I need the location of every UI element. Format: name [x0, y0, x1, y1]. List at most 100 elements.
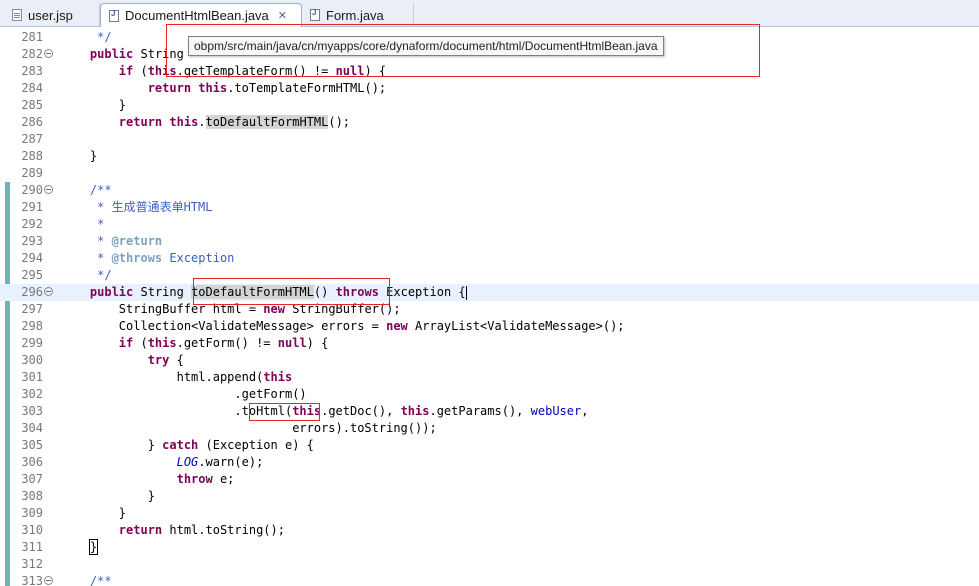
code-line[interactable]: 297 StringBuffer html = new StringBuffer… [0, 301, 979, 318]
code-line[interactable]: 295 */ [0, 267, 979, 284]
code-comment: */ [61, 30, 112, 44]
code-line[interactable]: 309 } [0, 505, 979, 522]
code-line[interactable]: 312 [0, 556, 979, 573]
code-keyword: new [386, 319, 408, 333]
line-number: 289 [21, 166, 43, 180]
code-line[interactable]: 301 html.append(this [0, 369, 979, 386]
code-text: } [61, 505, 126, 522]
code-text: return this.toTemplateFormHTML(); [61, 80, 386, 97]
code-token: ) { [364, 64, 387, 78]
tab-user-jsp[interactable]: user.jsp [0, 3, 100, 27]
code-line[interactable]: 303 .toHtml(this.getDoc(), this.getParam… [0, 403, 979, 420]
code-keyword: this [147, 336, 177, 350]
code-line[interactable]: 304 errors).toString()); [0, 420, 979, 437]
code-token: } [61, 506, 127, 520]
line-number: 297 [21, 302, 43, 316]
code-line[interactable]: 283 if (this.getTemplateForm() != null) … [0, 63, 979, 80]
code-comment: * [61, 217, 105, 231]
code-token: errors).toString()); [61, 421, 437, 435]
code-text: errors).toString()); [61, 420, 437, 437]
fold-toggle-icon[interactable] [44, 185, 53, 194]
code-line[interactable]: 293 * @return [0, 233, 979, 250]
code-line[interactable]: 286 return this.toDefaultFormHTML(); [0, 114, 979, 131]
code-line[interactable]: 298 Collection<ValidateMessage> errors =… [0, 318, 979, 335]
code-line[interactable]: 289 [0, 165, 979, 182]
code-comment: * [61, 251, 112, 265]
line-number: 282 [21, 47, 43, 61]
line-number: 308 [21, 489, 43, 503]
tab-documenthtmlbean-java[interactable]: DocumentHtmlBean.java ✕ [100, 3, 302, 27]
line-number: 304 [21, 421, 43, 435]
fold-toggle-icon[interactable] [44, 49, 53, 58]
code-token: LOG [176, 455, 199, 469]
code-token: Exception { [378, 285, 466, 299]
line-number: 287 [21, 132, 43, 146]
code-keyword: this [263, 370, 293, 384]
code-comment: /** [61, 183, 112, 197]
code-token: () [313, 285, 336, 299]
code-token: String [133, 285, 192, 299]
code-line[interactable]: 302 .getForm() [0, 386, 979, 403]
tab-label: user.jsp [28, 7, 73, 23]
code-line[interactable]: 305 } catch (Exception e) { [0, 437, 979, 454]
line-number: 290 [21, 183, 43, 197]
code-line[interactable]: 288 } [0, 148, 979, 165]
code-line[interactable]: 299 if (this.getForm() != null) { [0, 335, 979, 352]
code-line[interactable]: 313 /** [0, 573, 979, 586]
code-line[interactable]: 284 return this.toTemplateFormHTML(); [0, 80, 979, 97]
line-number: 313 [21, 574, 43, 586]
text-caret [465, 285, 467, 300]
code-text: * [61, 216, 104, 233]
code-token: .getTemplateForm() != [176, 64, 336, 78]
code-line[interactable]: 311 } [0, 539, 979, 556]
code-token: html.append( [61, 370, 264, 384]
tab-form-java[interactable]: Form.java [302, 3, 414, 27]
code-line[interactable]: 292 * [0, 216, 979, 233]
code-line[interactable]: 287 [0, 131, 979, 148]
code-token: ) { [306, 336, 329, 350]
code-token: .getForm() [61, 387, 307, 401]
code-token: . [198, 115, 206, 129]
code-text: .toHtml(this.getDoc(), this.getParams(),… [61, 403, 588, 420]
code-token: .getForm() != [176, 336, 278, 350]
code-line[interactable]: 285 } [0, 97, 979, 114]
code-text: throw e; [61, 471, 235, 488]
fold-toggle-icon[interactable] [44, 287, 53, 296]
code-text: */ [61, 267, 111, 284]
line-number: 307 [21, 472, 43, 486]
code-text: } catch (Exception e) { [61, 437, 314, 454]
code-token: StringBuffer html = [61, 302, 264, 316]
line-number: 281 [21, 30, 43, 44]
line-number: 306 [21, 455, 43, 469]
close-icon[interactable]: ✕ [278, 9, 287, 22]
code-text: } [61, 148, 97, 165]
code-line[interactable]: 294 * @throws Exception [0, 250, 979, 267]
code-token: } [61, 489, 155, 503]
code-line[interactable]: 291 * 生成普通表单HTML [0, 199, 979, 216]
code-keyword: new [263, 302, 285, 316]
code-line[interactable]: 296 public String toDefaultFormHTML() th… [0, 284, 979, 301]
line-number: 291 [21, 200, 43, 214]
line-number: 310 [21, 523, 43, 537]
line-number: 312 [21, 557, 43, 571]
code-token: e; [212, 472, 235, 486]
line-number: 292 [21, 217, 43, 231]
code-line[interactable]: 290 /** [0, 182, 979, 199]
code-line[interactable]: 307 throw e; [0, 471, 979, 488]
code-token: .getDoc(), [321, 404, 401, 418]
code-text: .getForm() [61, 386, 307, 403]
code-line[interactable]: 300 try { [0, 352, 979, 369]
code-keyword: this [169, 115, 199, 129]
fold-toggle-icon[interactable] [44, 576, 53, 585]
code-line[interactable]: 310 return html.toString(); [0, 522, 979, 539]
code-editor[interactable]: 281 */282 public String 283 if (this.getT… [0, 27, 979, 586]
code-line[interactable]: 306 LOG.warn(e); [0, 454, 979, 471]
code-line[interactable]: 308 } [0, 488, 979, 505]
code-text: } [61, 97, 126, 114]
